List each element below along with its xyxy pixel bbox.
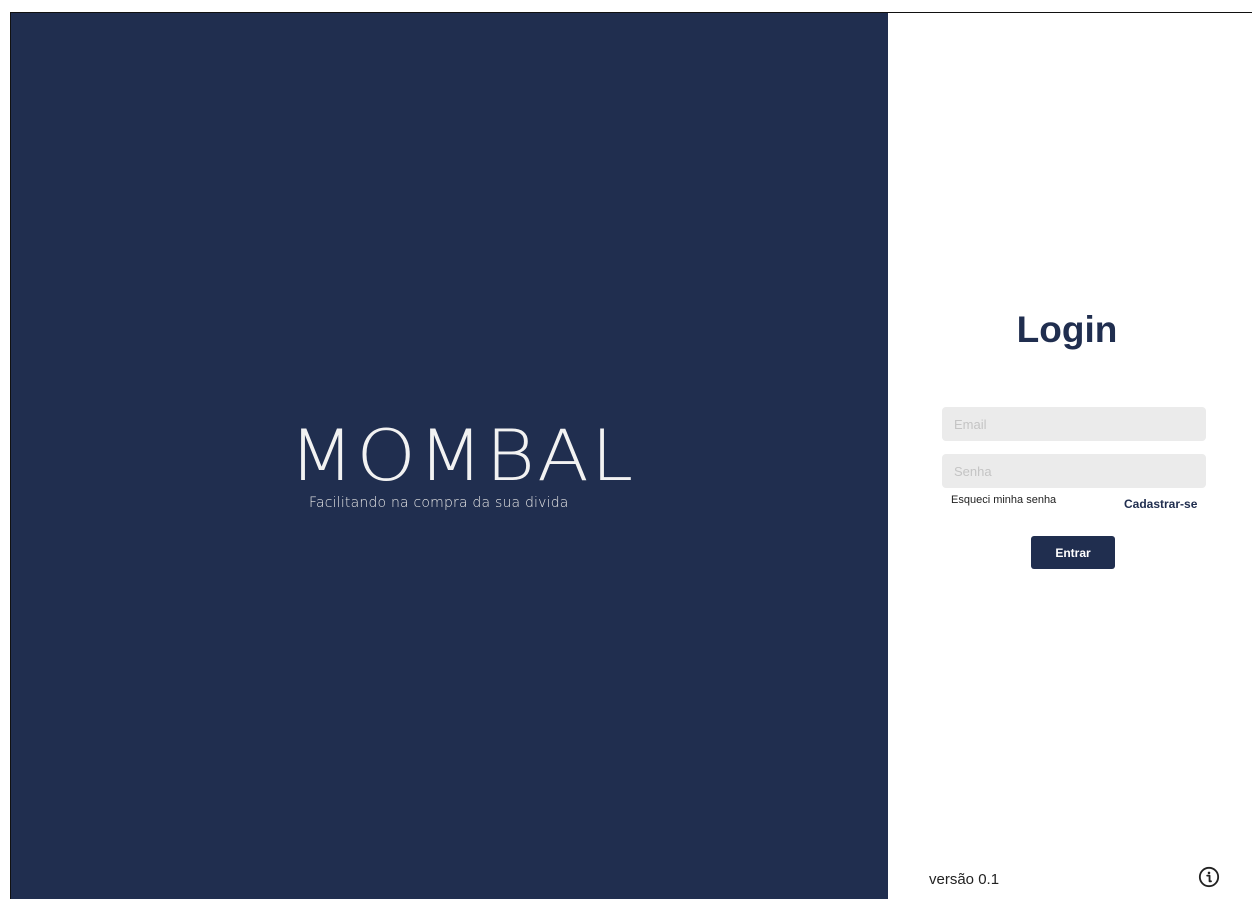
login-panel: Login Esqueci minha senha Cadastrar-se E… (888, 13, 1252, 899)
password-field[interactable] (942, 454, 1206, 488)
brand-tagline: Facilitando na compra da sua divida (309, 495, 569, 511)
login-title: Login (888, 309, 1252, 351)
forgot-password-link[interactable]: Esqueci minha senha (951, 494, 1056, 506)
signup-link[interactable]: Cadastrar-se (1124, 497, 1197, 511)
app-window: MOMBAL Facilitando na compra da sua divi… (10, 12, 1252, 899)
login-button[interactable]: Entrar (1031, 536, 1115, 569)
version-label: versão 0.1 (929, 871, 1000, 888)
brand-logo-text: MOMBAL (289, 415, 636, 497)
login-title-text: Login (1016, 309, 1118, 350)
info-icon[interactable] (1198, 866, 1220, 888)
brand-panel: MOMBAL Facilitando na compra da sua divi… (11, 13, 888, 899)
email-field[interactable] (942, 407, 1206, 441)
